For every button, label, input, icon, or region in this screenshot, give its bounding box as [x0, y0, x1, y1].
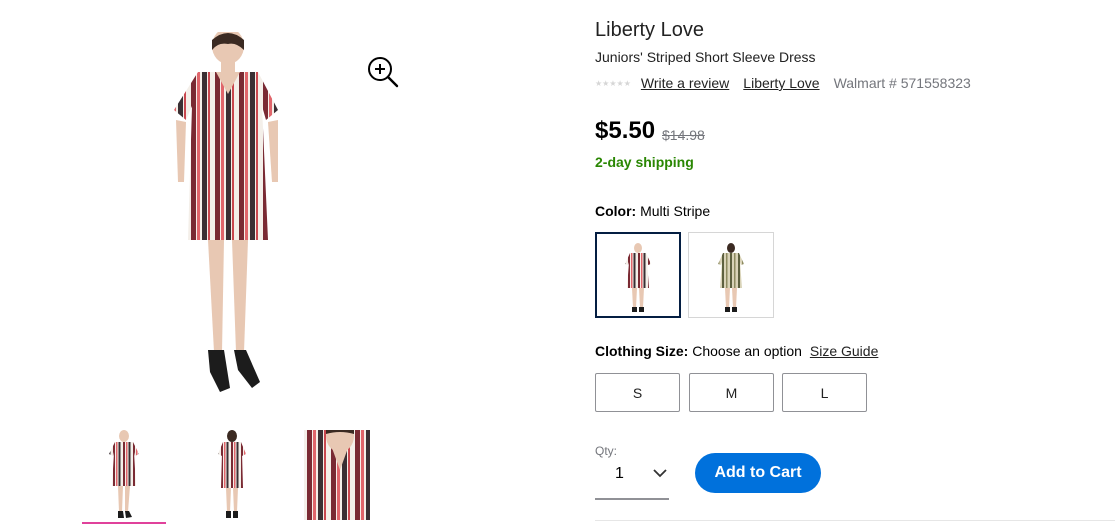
thumbnail-strip: [82, 420, 382, 525]
size-option-l[interactable]: L: [782, 373, 867, 412]
shipping-badge: 2-day shipping: [595, 154, 694, 170]
product-page: Liberty Love Juniors' Striped Short Slee…: [0, 0, 1115, 525]
product-title: Juniors' Striped Short Sleeve Dress: [595, 49, 816, 65]
size-option-s[interactable]: S: [595, 373, 680, 412]
product-info-panel: Liberty Love Juniors' Striped Short Slee…: [595, 0, 1115, 525]
size-placeholder: Choose an option: [692, 343, 802, 359]
thumbnail-detail-view[interactable]: [304, 420, 370, 520]
walmart-item-number: Walmart # 571558323: [833, 75, 971, 91]
size-label-row: Clothing Size: Choose an option Size Gui…: [595, 343, 878, 359]
quantity-underline: [595, 498, 669, 500]
color-label: Color:: [595, 203, 637, 219]
size-label: Clothing Size:: [595, 343, 689, 359]
color-swatch-olive-stripe[interactable]: [688, 232, 774, 318]
thumbnail-front-view[interactable]: [82, 430, 166, 520]
product-meta-row: ★★★★★ Write a review Liberty Love Walmar…: [595, 74, 971, 92]
was-price: $14.98: [662, 127, 705, 143]
brand-link[interactable]: Liberty Love: [743, 75, 819, 91]
write-review-link[interactable]: Write a review: [641, 75, 729, 91]
size-guide-link[interactable]: Size Guide: [810, 343, 878, 359]
color-label-row: Color: Multi Stripe: [595, 203, 710, 219]
color-swatch-multi-stripe[interactable]: [595, 232, 681, 318]
selected-thumbnail-indicator: [82, 522, 166, 524]
quantity-select[interactable]: Qty: 1: [595, 444, 669, 501]
rating-stars-icon[interactable]: ★★★★★: [595, 79, 631, 88]
zoom-in-icon[interactable]: [366, 55, 400, 89]
selected-color-value: Multi Stripe: [640, 203, 711, 219]
quantity-value: 1: [615, 465, 624, 482]
add-to-cart-button[interactable]: Add to Cart: [695, 453, 821, 493]
product-brand: Liberty Love: [595, 19, 704, 41]
quantity-label: Qty:: [595, 444, 618, 458]
chevron-down-icon: [652, 466, 668, 478]
thumbnail-back-view[interactable]: [190, 430, 274, 520]
section-divider: [595, 520, 1115, 521]
current-price: $5.50: [595, 117, 656, 144]
main-product-image[interactable]: [140, 28, 310, 407]
size-option-m[interactable]: M: [689, 373, 774, 412]
